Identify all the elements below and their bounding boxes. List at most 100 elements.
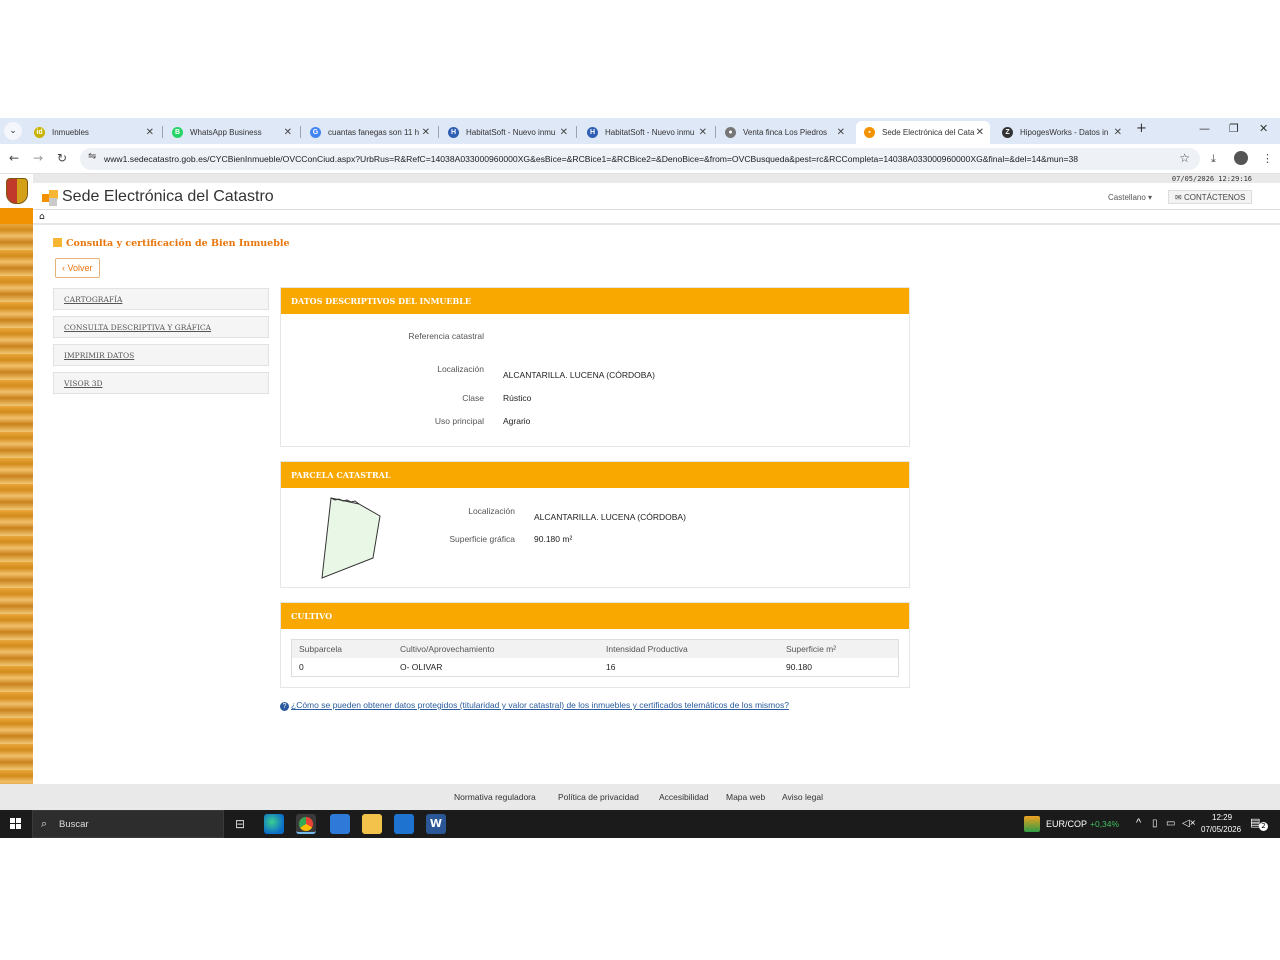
minimize-icon[interactable]: — [1199,122,1210,135]
windows-start-icon[interactable] [10,818,22,830]
browser-tab[interactable]: H HabitatSoft - Nuevo inmu ✕ [579,121,713,144]
panel-header: DATOS DESCRIPTIVOS DEL INMUEBLE [281,288,909,314]
clock-time[interactable]: 12:29 [1212,813,1232,822]
spain-crest-logo [6,178,28,204]
site-title[interactable]: Sede Electrónica del Catastro [62,188,274,206]
new-tab-button[interactable]: + [1136,121,1147,136]
tray-chevron-icon[interactable]: ^ [1136,817,1141,829]
browser-tab[interactable]: Gcuantas fanegas son 11 h ✕ [302,121,436,144]
back-arrow-icon[interactable]: ← [9,151,19,165]
tab-search-chevron-icon[interactable]: ⌄ [4,122,22,140]
table-row: 0 O- OLIVAR 16 90.180 [292,658,898,676]
parcela-localizacion-label: Localización [468,506,515,516]
clase-label: Clase [462,393,484,403]
back-button[interactable]: ‹ Volver [55,258,100,278]
download-icon[interactable]: ⤓ [1211,152,1216,166]
tab-title: HipogesWorks - Datos in [1020,128,1109,137]
tab-close-icon[interactable]: ✕ [422,121,430,144]
currency-ticker[interactable]: EUR/COP [1046,819,1087,829]
side-menu-consulta-descriptiva[interactable]: CONSULTA DESCRIPTIVA Y GRÁFICA [53,316,269,338]
tab-close-icon[interactable]: ✕ [1114,121,1122,144]
notifications-icon[interactable]: ▤ 2 [1250,816,1268,832]
footer-link-normativa[interactable]: Normativa reguladora [454,792,536,802]
tab-separator [300,126,301,138]
parcel-shape-thumbnail[interactable] [319,496,383,580]
footer-link-mapa-web[interactable]: Mapa web [726,792,765,802]
reload-icon[interactable]: ↻ [57,151,67,165]
caret-down-icon: ▾ [1148,193,1153,202]
footer-link-aviso-legal[interactable]: Aviso legal [782,792,823,802]
cultivo-table: Subparcela Cultivo/Aprovechamiento Inten… [291,639,899,677]
tab-close-icon[interactable]: ✕ [976,121,984,144]
section-square-icon [53,238,62,247]
browser-tab[interactable]: B WhatsApp Business ✕ [164,121,298,144]
tab-close-icon[interactable]: ✕ [837,121,845,144]
edge-browser-icon[interactable] [264,814,284,834]
footer-link-privacidad[interactable]: Política de privacidad [558,792,639,802]
search-icon: ⌕ [41,817,48,830]
tab-favicon-icon: H [448,127,459,138]
language-select[interactable]: Castellano ▾ [1108,193,1152,202]
uso-principal-value: Agrario [503,416,531,426]
browser-tab[interactable]: ▪ Sede Electrónica del Cata ✕ [856,121,990,144]
clock-date[interactable]: 07/05/2026 [1201,825,1241,834]
tab-close-icon[interactable]: ✕ [284,121,292,144]
panel-cultivo: CULTIVO Subparcela Cultivo/Aprovechamien… [280,602,910,688]
tab-title: HabitatSoft - Nuevo inmu [466,128,556,137]
close-window-icon[interactable]: ✕ [1259,122,1268,135]
word-icon[interactable]: W [426,814,446,834]
forward-arrow-icon[interactable]: → [33,151,43,165]
catastro-logo-icon[interactable] [42,190,58,206]
side-menu-cartografia[interactable]: CARTOGRAFÍA [53,288,269,310]
side-menu-visor-3d[interactable]: VISOR 3D [53,372,269,394]
table-header-row: Subparcela Cultivo/Aprovechamiento Inten… [292,640,898,658]
task-view-icon[interactable]: ⊟ [230,814,250,834]
menu-kebab-icon[interactable]: ⋮ [1262,152,1273,165]
currency-change: +0,34% [1090,819,1120,829]
network-icon[interactable]: ▭ [1166,818,1175,829]
chrome-browser-icon[interactable] [296,814,316,834]
side-menu-imprimir-datos[interactable]: IMPRIMIR DATOS [53,344,269,366]
browser-tab[interactable]: H HabitatSoft - Nuevo inmu ✕ [440,121,574,144]
parcela-localizacion-value: ALCANTARILLA. LUCENA (CÓRDOBA) [534,512,686,522]
column-header: Cultivo/Aprovechamiento [400,644,495,654]
chrome-logo [299,817,313,831]
widget-flag-icon[interactable] [1024,816,1040,832]
site-info-icon[interactable]: ⇋ [88,151,96,162]
tab-title: Inmuebles [52,128,89,137]
profile-avatar[interactable] [1234,151,1248,165]
help-link-text: ¿Cómo se pueden obtener datos protegidos… [291,700,789,710]
browser-tab[interactable]: ● Venta finca Los Piedros ✕ [717,121,851,144]
home-icon[interactable]: ⌂ [39,212,45,222]
server-datetime: 07/05/2026 12:29:16 [1171,175,1252,183]
address-bar[interactable]: ⇋ www1.sedecatastro.gob.es/CYCBienInmueb… [80,148,1200,170]
url-text[interactable]: www1.sedecatastro.gob.es/CYCBienInmueble… [104,148,1164,170]
tab-close-icon[interactable]: ✕ [699,121,707,144]
battery-icon[interactable]: ▯ [1152,818,1158,829]
image-viewer-icon[interactable] [394,814,414,834]
file-explorer-icon[interactable] [362,814,382,834]
volume-muted-icon[interactable]: ◁× [1182,818,1196,829]
browser-tab[interactable]: id Inmuebles ✕ [26,121,160,144]
restore-icon[interactable]: ❐ [1229,122,1239,135]
tab-title: Sede Electrónica del Cata [882,128,975,137]
left-decorative-strip [0,224,33,784]
table-cell: 0 [299,662,304,672]
footer-link-accesibilidad[interactable]: Accesibilidad [659,792,709,802]
outlook-icon[interactable] [330,814,350,834]
bookmark-star-icon[interactable]: ☆ [1179,151,1190,165]
tab-separator [438,126,439,138]
column-header: Subparcela [299,644,343,654]
superficie-grafica-label: Superficie gráfica [449,534,515,544]
browser-tab[interactable]: Z HipogesWorks - Datos in ✕ [994,121,1128,144]
column-header: Superficie m² [786,644,837,654]
localizacion-value: ALCANTARILLA. LUCENA (CÓRDOBA) [503,370,655,380]
envelope-icon: ✉ [1175,193,1182,202]
tab-close-icon[interactable]: ✕ [560,121,568,144]
contact-button[interactable]: ✉ CONTÁCTENOS [1168,190,1253,204]
tab-close-icon[interactable]: ✕ [146,121,154,144]
protected-data-help-link[interactable]: ? ¿Cómo se pueden obtener datos protegido… [280,700,789,711]
tab-title: HabitatSoft - Nuevo inmu [605,128,695,137]
taskbar-search-box[interactable]: ⌕ Buscar [32,810,224,838]
sub-navigation-bar: ⌂ [33,209,1280,225]
